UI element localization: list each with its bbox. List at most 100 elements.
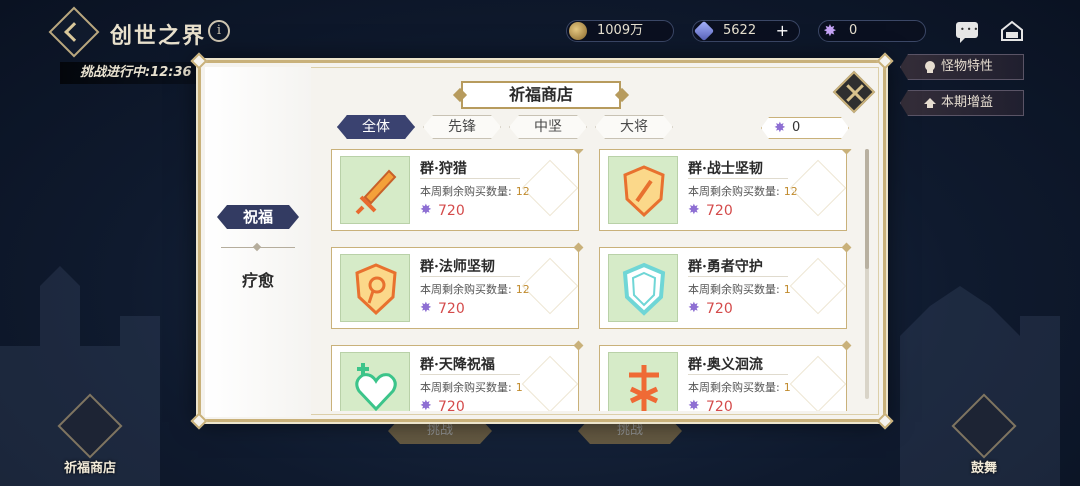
shop-currency-value: 0: [792, 120, 801, 135]
top-bar: 创世之界 i 1009万 5622 + ✸ 0 •••: [0, 0, 1080, 60]
shop-item-card[interactable]: 群·天降祝福 本周剩余购买数量: 1 ✸ 720: [331, 340, 584, 411]
item-name: 群·狩猎: [420, 161, 467, 177]
item-list[interactable]: 群·狩猎 本周剩余购买数量: 12 ✸ 720 群·战士坚韧 本周剩余购买数量: 12…: [331, 149, 871, 411]
shop-item-card[interactable]: 群·战士坚韧 本周剩余购买数量: 12 ✸ 720: [599, 149, 852, 231]
card-decoration: [789, 159, 847, 217]
price-value: 720: [438, 301, 465, 317]
shop-chest-icon: [57, 393, 123, 459]
tab-midfield[interactable]: 中坚: [509, 115, 587, 139]
item-divider: [420, 374, 520, 375]
item-remaining: 本周剩余购买数量: 1: [420, 379, 523, 395]
star-currency-icon: ✸: [420, 300, 432, 316]
item-price: ✸ 720: [688, 398, 733, 411]
blessing-shop-modal: 祝福 疗愈 祈福商店 全体 先锋 中坚 大将 ✸ 0 群·狩猎 本周剩余购买数量…: [190, 52, 894, 430]
heart-heal-icon: [355, 363, 397, 411]
scrollbar-thumb[interactable]: [865, 149, 869, 269]
gem-value: 5622: [723, 23, 757, 38]
star-currency-icon: ✸: [688, 202, 700, 218]
remaining-label: 本周剩余购买数量:: [420, 381, 512, 394]
gold-resource: 1009万: [566, 20, 674, 42]
shop-item-card[interactable]: 群·狩猎 本周剩余购买数量: 12 ✸ 720: [331, 149, 584, 231]
item-divider: [688, 374, 788, 375]
sword-icon: [355, 169, 397, 215]
card-corner-ornament: [841, 340, 852, 351]
category-tag-blessing[interactable]: 祝福: [217, 205, 299, 229]
card-corner-ornament: [841, 242, 852, 253]
monster-traits-button[interactable]: 怪物特性: [900, 54, 1024, 80]
price-value: 720: [706, 399, 733, 411]
item-thumbnail: [340, 352, 410, 411]
category-divider: [221, 247, 295, 248]
card-decoration: [521, 355, 579, 411]
back-button[interactable]: [48, 6, 100, 58]
star-currency-icon: ✸: [823, 21, 837, 40]
remaining-label: 本周剩余购买数量:: [420, 185, 512, 198]
gem-icon: [693, 20, 715, 42]
item-price: ✸ 720: [420, 202, 465, 219]
card-corner-ornament: [573, 242, 584, 253]
tab-vanguard[interactable]: 先锋: [423, 115, 501, 139]
chat-icon[interactable]: •••: [956, 22, 978, 43]
item-thumbnail: [340, 254, 410, 322]
shield-icon: [622, 262, 666, 316]
tab-all[interactable]: 全体: [337, 115, 415, 139]
price-value: 720: [438, 203, 465, 219]
item-remaining: 本周剩余购买数量: 1: [688, 281, 791, 297]
bell-icon: [951, 393, 1017, 459]
list-scrollbar[interactable]: [865, 149, 869, 399]
card-decoration: [521, 159, 579, 217]
star-currency-resource: ✸ 0: [818, 20, 926, 42]
item-name: 群·法师坚韧: [420, 259, 495, 275]
star-currency-icon: ✸: [688, 300, 700, 316]
card-corner-ornament: [573, 149, 584, 155]
item-divider: [688, 178, 788, 179]
inspire-corner-label: 鼓舞: [970, 461, 997, 476]
period-buff-button[interactable]: 本期增益: [900, 90, 1024, 116]
item-divider: [688, 276, 788, 277]
card-decoration: [789, 355, 847, 411]
item-thumbnail: [340, 156, 410, 224]
inspire-corner-button[interactable]: 鼓舞: [944, 393, 1024, 476]
chevron-left-icon: [64, 22, 84, 42]
info-icon[interactable]: i: [208, 20, 230, 42]
star-currency-icon: ✸: [420, 202, 432, 218]
star-currency-value: 0: [849, 23, 858, 38]
item-remaining: 本周剩余购买数量: 12: [688, 183, 798, 199]
shield-sword-icon: [623, 165, 665, 218]
shop-item-card[interactable]: 群·勇者守护 本周剩余购买数量: 1 ✸ 720: [599, 242, 852, 329]
price-value: 720: [706, 203, 733, 219]
card-decoration: [789, 257, 847, 315]
item-name: 群·奥义洄流: [688, 357, 763, 373]
card-decoration: [521, 257, 579, 315]
star-currency-icon: ✸: [688, 398, 700, 411]
item-remaining: 本周剩余购买数量: 1: [688, 379, 791, 395]
shop-item-card[interactable]: 群·法师坚韧 本周剩余购买数量: 12 ✸ 720: [331, 242, 584, 329]
skull-icon: [925, 61, 935, 73]
shop-item-card[interactable]: 群·奥义洄流 本周剩余购买数量: 1 ✸ 720: [599, 340, 852, 411]
period-buff-label: 本期增益: [941, 95, 994, 110]
item-price: ✸ 720: [688, 300, 733, 317]
remaining-label: 本周剩余购买数量:: [420, 283, 512, 296]
card-corner-ornament: [841, 149, 852, 155]
card-corner-ornament: [573, 340, 584, 351]
price-value: 720: [438, 399, 465, 411]
gem-resource: 5622 +: [692, 20, 800, 42]
item-remaining: 本周剩余购买数量: 12: [420, 281, 530, 297]
home-icon[interactable]: [1000, 20, 1024, 42]
coin-icon: [569, 22, 587, 40]
item-price: ✸ 720: [688, 202, 733, 219]
blessing-shop-corner-button[interactable]: 祈福商店: [50, 393, 130, 476]
item-thumbnail: [608, 254, 678, 322]
item-thumbnail: [608, 352, 678, 411]
category-item-healing[interactable]: 疗愈: [205, 267, 311, 291]
add-gem-button[interactable]: +: [776, 21, 789, 41]
item-name: 群·战士坚韧: [688, 161, 763, 177]
remaining-label: 本周剩余购买数量:: [688, 381, 780, 394]
item-price: ✸ 720: [420, 300, 465, 317]
tab-general[interactable]: 大将: [595, 115, 673, 139]
shop-currency: ✸ 0: [761, 117, 849, 139]
item-divider: [420, 276, 520, 277]
rune-icon: [629, 365, 659, 411]
shop-title: 祈福商店: [461, 81, 621, 109]
gold-value: 1009万: [597, 23, 644, 38]
